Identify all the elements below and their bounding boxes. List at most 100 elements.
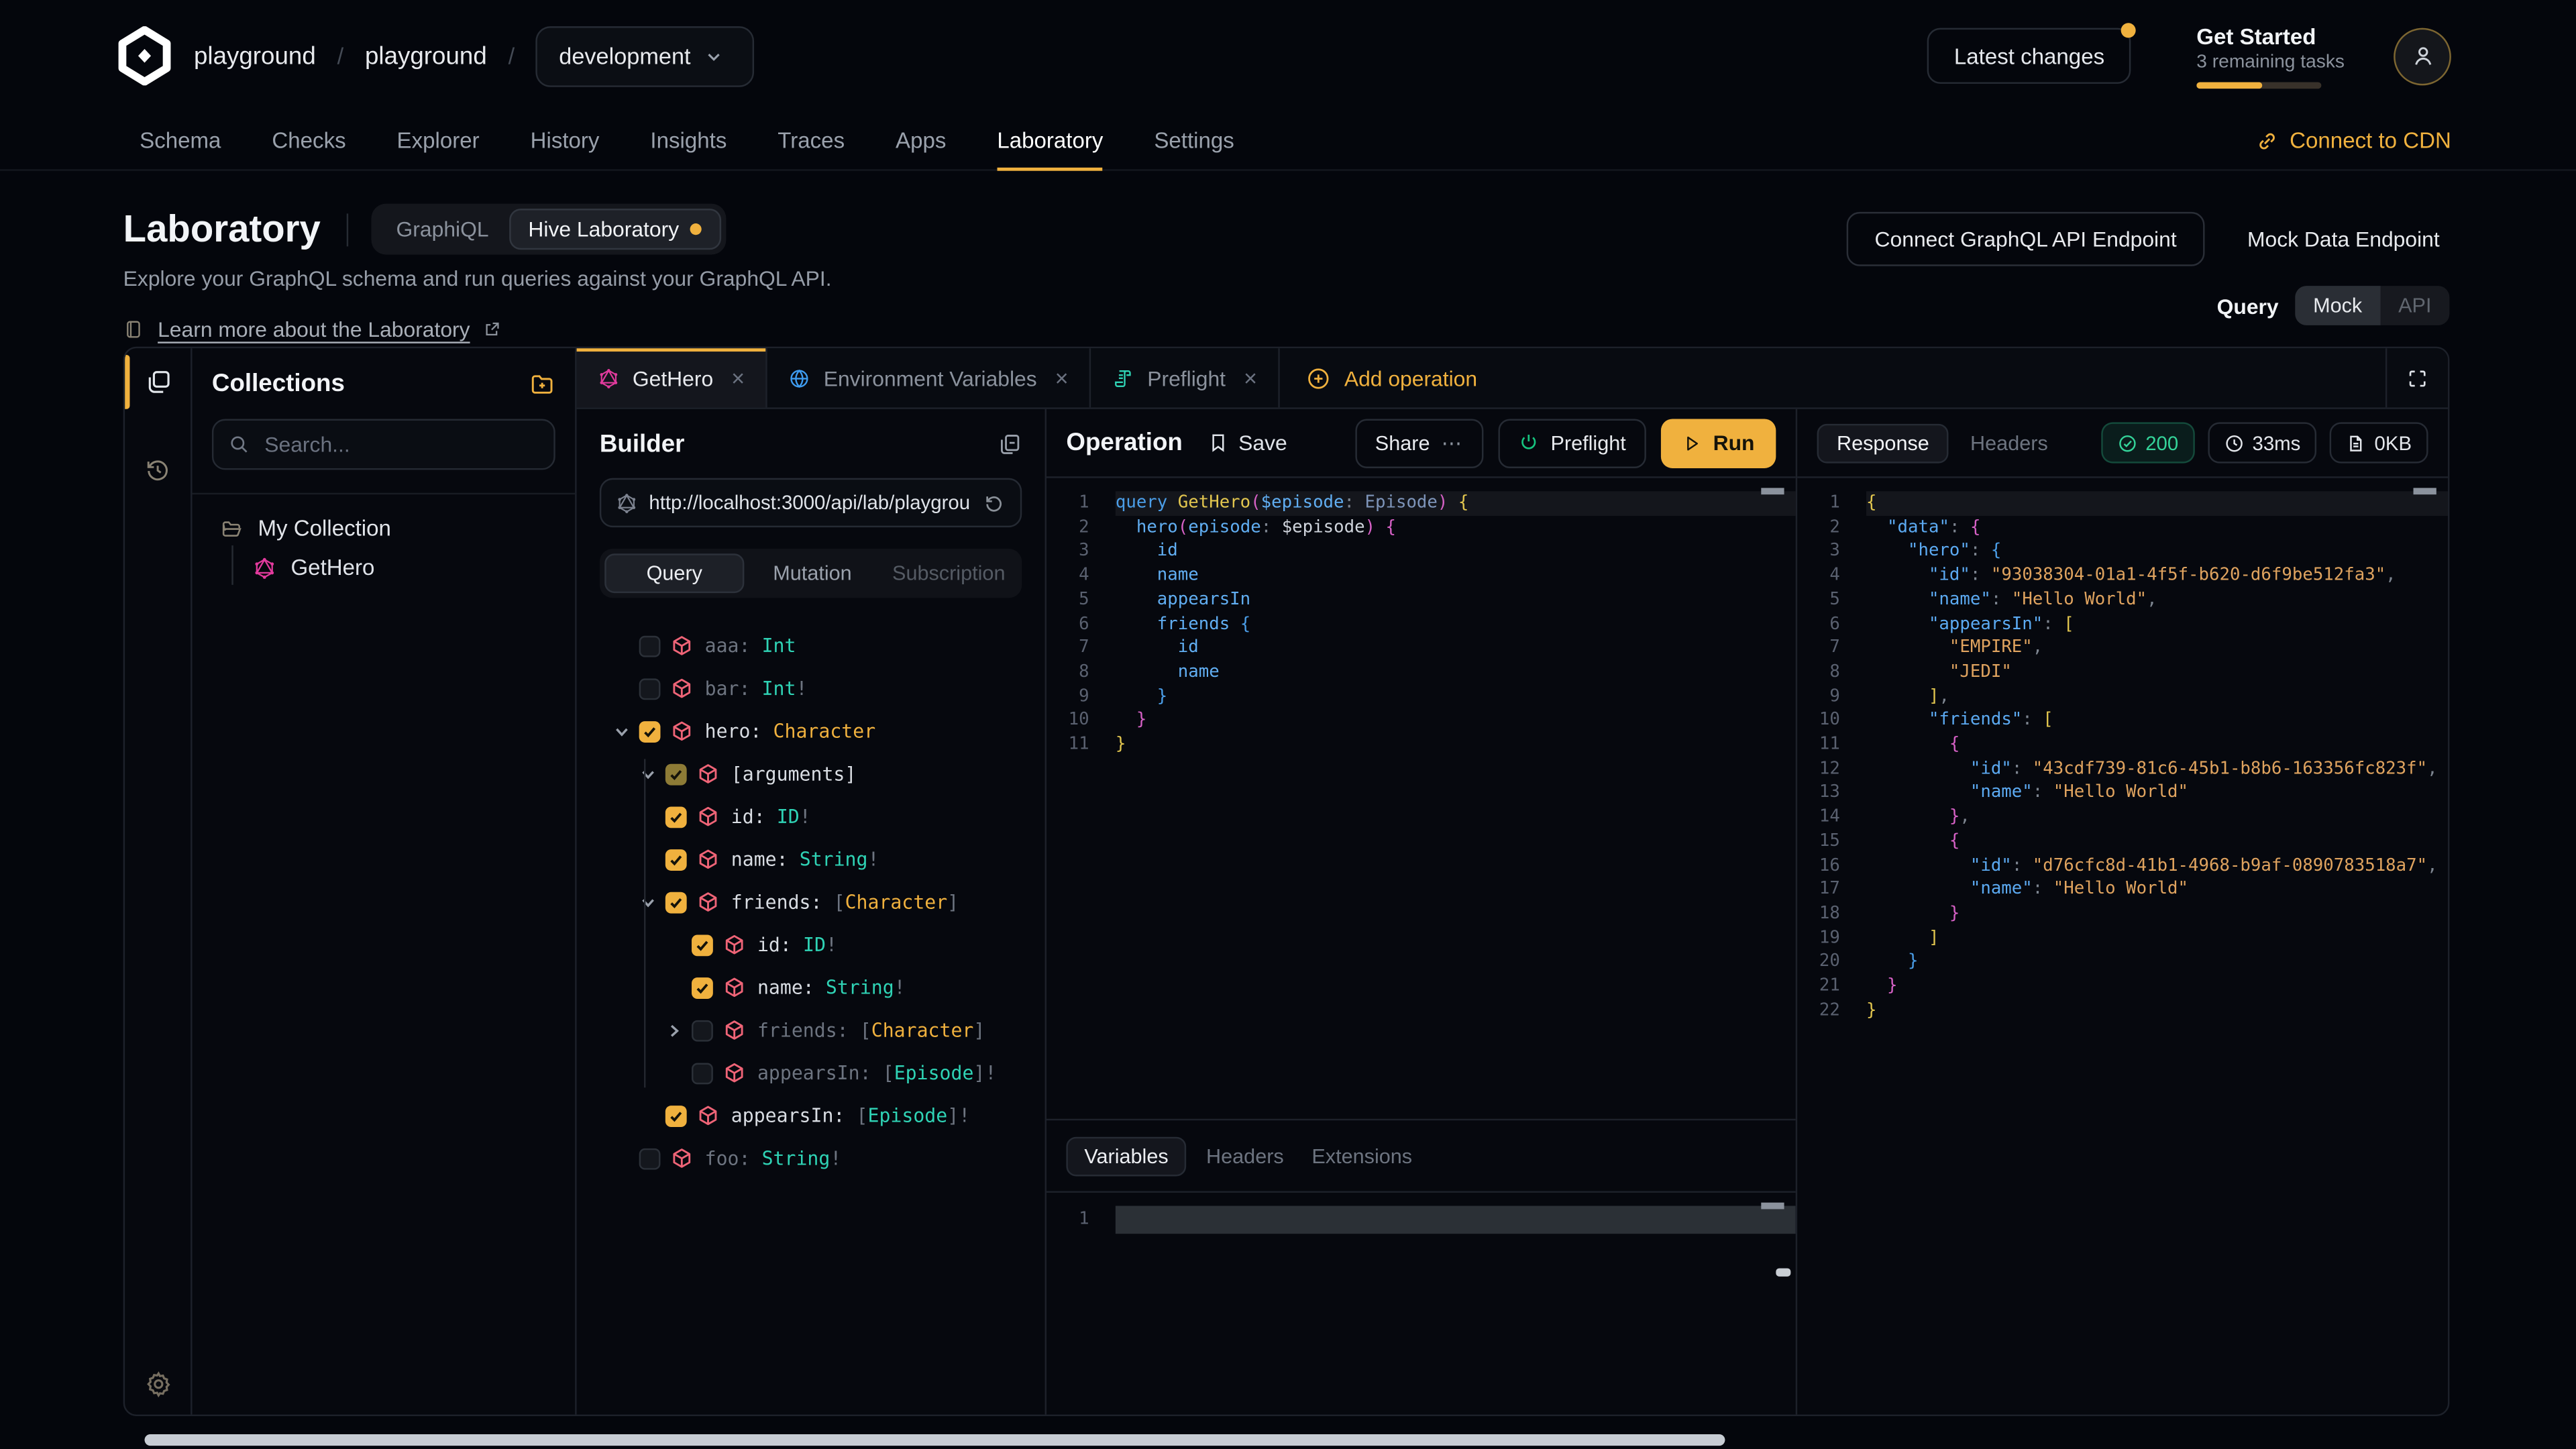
operation-tab-preflight[interactable]: Preflight×: [1091, 348, 1280, 407]
field-row-id[interactable]: id:ID!: [600, 923, 1022, 966]
code-line: 22}: [1797, 998, 2448, 1022]
nav-tab-traces[interactable]: Traces: [777, 112, 845, 170]
response-tab-response[interactable]: Response: [1817, 423, 1949, 463]
learn-more-link[interactable]: Learn more about the Laboratory: [158, 317, 470, 342]
close-icon[interactable]: ×: [1244, 365, 1257, 391]
mock-endpoint-button[interactable]: Mock Data Endpoint: [2237, 225, 2449, 254]
chevron-down-icon[interactable]: [639, 765, 661, 783]
field-row-appearsin[interactable]: appearsIn:[Episode]!: [600, 1094, 1022, 1137]
op-type-query[interactable]: Query: [604, 553, 744, 593]
refresh-icon[interactable]: [982, 491, 1005, 514]
field-row-friends[interactable]: friends:[Character]: [600, 881, 1022, 924]
mode-mock[interactable]: Mock: [2295, 286, 2380, 325]
target-select[interactable]: development: [536, 25, 755, 87]
fullscreen-button[interactable]: [2385, 348, 2448, 407]
field-checkbox[interactable]: [665, 892, 687, 913]
operation-tab-gethero[interactable]: GetHero×: [577, 348, 768, 407]
collection-operation-gethero[interactable]: GetHero: [253, 555, 555, 580]
user-avatar[interactable]: [2394, 27, 2451, 85]
save-button[interactable]: Save: [1208, 431, 1287, 455]
collection-folder[interactable]: My Collection: [212, 516, 555, 541]
breadcrumb-project[interactable]: playground: [365, 42, 487, 70]
nav-tab-laboratory[interactable]: Laboratory: [997, 112, 1103, 170]
scroll-icon: [1113, 367, 1134, 388]
collections-search[interactable]: [212, 419, 555, 470]
field-checkbox[interactable]: [692, 934, 713, 955]
field-row-appearsin[interactable]: appearsIn:[Episode]!: [600, 1051, 1022, 1094]
field-row-friends[interactable]: friends:[Character]: [600, 1009, 1022, 1052]
chevron-down-icon[interactable]: [639, 893, 661, 911]
field-row-name[interactable]: name:String!: [600, 838, 1022, 881]
history-rail-button[interactable]: [125, 437, 191, 502]
query-editor[interactable]: 1query GetHero($episode: Episode) { 2 he…: [1046, 478, 1796, 1121]
field-row-name[interactable]: name:String!: [600, 966, 1022, 1009]
field-checkbox[interactable]: [692, 977, 713, 998]
copy-icon[interactable]: [998, 432, 1022, 457]
field-row--arguments-[interactable]: [arguments]: [600, 753, 1022, 796]
collections-rail-button[interactable]: [125, 348, 191, 414]
nav-tab-apps[interactable]: Apps: [896, 112, 946, 170]
sub-tab-variables[interactable]: Variables: [1066, 1136, 1186, 1175]
connect-endpoint-button[interactable]: Connect GraphQL API Endpoint: [1847, 212, 2204, 266]
field-checkbox[interactable]: [692, 1062, 713, 1083]
field-checkbox[interactable]: [692, 1020, 713, 1041]
field-row-id[interactable]: id:ID!: [600, 795, 1022, 838]
field-checkbox[interactable]: [665, 806, 687, 827]
nav-tab-explorer[interactable]: Explorer: [397, 112, 480, 170]
get-started-widget[interactable]: Get Started 3 remaining tasks: [2196, 24, 2324, 89]
nav-tab-schema[interactable]: Schema: [140, 112, 221, 170]
sub-tab-headers[interactable]: Headers: [1206, 1144, 1284, 1167]
field-checkbox[interactable]: [665, 763, 687, 785]
response-tab-headers[interactable]: Headers: [1970, 431, 2048, 454]
chevron-down-icon[interactable]: [612, 722, 634, 740]
chevron-right-icon[interactable]: [665, 1021, 687, 1039]
share-button[interactable]: Share ⋯: [1355, 418, 1483, 467]
divider: [347, 213, 348, 246]
field-checkbox[interactable]: [639, 635, 661, 657]
field-checkbox[interactable]: [639, 1148, 661, 1169]
field-row-foo[interactable]: foo:String!: [600, 1137, 1022, 1180]
toggle-hive-laboratory[interactable]: Hive Laboratory: [508, 209, 722, 250]
toggle-graphiql[interactable]: GraphiQL: [376, 209, 508, 250]
tree-indent-line: [644, 759, 645, 1087]
line-number: 16: [1797, 853, 1840, 877]
hive-logo-icon[interactable]: [115, 26, 174, 85]
nav-tab-checks[interactable]: Checks: [272, 112, 345, 170]
field-type: ID!: [803, 933, 837, 956]
fullscreen-icon: [2407, 367, 2428, 388]
cube-icon: [723, 976, 746, 999]
latest-changes-button[interactable]: Latest changes: [1928, 28, 2131, 84]
field-row-hero[interactable]: hero:Character: [600, 710, 1022, 753]
run-button[interactable]: Run: [1660, 418, 1776, 467]
close-icon[interactable]: ×: [1055, 365, 1069, 391]
scrollbar-thumb[interactable]: [1776, 1269, 1790, 1277]
variables-editor[interactable]: 1: [1046, 1193, 1796, 1415]
op-type-mutation[interactable]: Mutation: [744, 553, 880, 593]
close-icon[interactable]: ×: [731, 365, 745, 391]
field-row-bar[interactable]: bar:Int!: [600, 667, 1022, 710]
search-input[interactable]: [261, 431, 539, 459]
connect-cdn-link[interactable]: Connect to CDN: [2255, 128, 2451, 153]
new-collection-button[interactable]: [529, 370, 555, 396]
op-type-subscription[interactable]: Subscription: [881, 553, 1017, 593]
field-checkbox[interactable]: [665, 849, 687, 870]
breadcrumb-org[interactable]: playground: [194, 42, 316, 70]
nav-tab-settings[interactable]: Settings: [1154, 112, 1234, 170]
settings-rail-button[interactable]: [125, 1370, 191, 1398]
field-row-aaa[interactable]: aaa:Int: [600, 625, 1022, 667]
code-line: 9 }: [1046, 684, 1796, 708]
response-editor[interactable]: 1{ 2 "data": { 3 "hero": { 4 "id": "9303…: [1797, 478, 2448, 1415]
preflight-button[interactable]: Preflight: [1498, 418, 1646, 467]
code-line: 12 "id": "43cdf739-81c6-45b1-b8b6-163356…: [1797, 757, 2448, 781]
field-checkbox[interactable]: [665, 1105, 687, 1126]
operation-tab-environment-variables[interactable]: Environment Variables×: [767, 348, 1091, 407]
mode-api[interactable]: API: [2380, 286, 2449, 325]
endpoint-url-field[interactable]: http://localhost:3000/api/lab/playground: [600, 478, 1022, 527]
horizontal-scrollbar[interactable]: [145, 1434, 1725, 1446]
nav-tab-history[interactable]: History: [531, 112, 600, 170]
add-operation-button[interactable]: Add operation: [1280, 348, 1503, 407]
field-checkbox[interactable]: [639, 678, 661, 699]
nav-tab-insights[interactable]: Insights: [650, 112, 727, 170]
field-checkbox[interactable]: [639, 720, 661, 742]
sub-tab-extensions[interactable]: Extensions: [1311, 1144, 1412, 1167]
